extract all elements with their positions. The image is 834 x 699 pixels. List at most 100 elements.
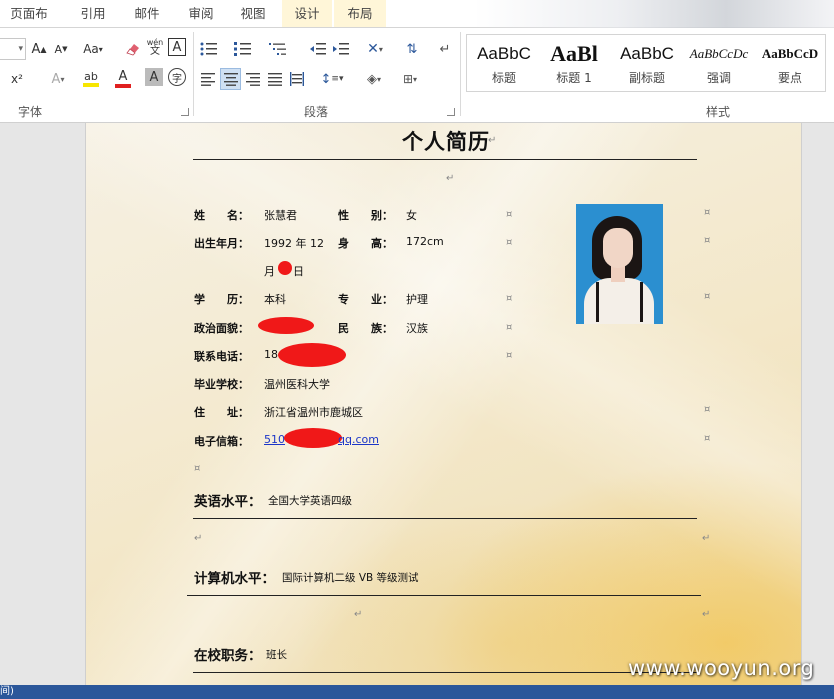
paragraph-mark: ↵ [354, 609, 363, 620]
distributed-icon[interactable] [287, 68, 307, 90]
clear-formatting-icon[interactable] [124, 38, 142, 60]
paragraph-mark: ↵ [488, 135, 497, 146]
increase-indent-icon[interactable] [331, 38, 351, 60]
cell-mark: ¤ [506, 350, 513, 361]
paragraph-mark: ↵ [702, 609, 711, 620]
gender-label: 性 别： [338, 209, 393, 222]
name-label: 姓 名： [194, 209, 249, 222]
numbering-icon[interactable] [232, 38, 254, 60]
school-label: 毕业学校： [194, 378, 249, 391]
decrease-indent-icon[interactable] [308, 38, 328, 60]
grow-font-button[interactable]: A ▲ [30, 38, 48, 60]
politics-label: 政治面貌： [194, 322, 249, 335]
paragraph-dialog-launcher[interactable] [447, 108, 455, 116]
ethnicity-value: 汉族 [406, 322, 428, 335]
tab-table-layout[interactable]: 布局 [334, 0, 386, 27]
profile-photo [576, 204, 663, 324]
tab-mailings[interactable]: 邮件 [124, 0, 170, 27]
campus-role-heading: 在校职务： [194, 648, 262, 664]
character-border-button[interactable]: A [168, 38, 186, 56]
site-watermark: www.wooyun.org [628, 656, 815, 680]
tab-table-design[interactable]: 设计 [282, 0, 332, 27]
sort-icon[interactable]: ⇅ [402, 38, 422, 60]
english-level-value: 全国大学英语四级 [268, 495, 352, 507]
align-right-icon[interactable] [243, 68, 263, 90]
font-dialog-launcher[interactable] [181, 108, 189, 116]
tab-review[interactable]: 审阅 [178, 0, 224, 27]
paragraph-group-label: 段落 [304, 105, 329, 119]
cell-mark: ¤ [506, 237, 513, 248]
style-strong[interactable]: AaBbCcD 要点 [755, 35, 825, 91]
redaction-mark [258, 317, 314, 334]
row-end-mark: ¤ [704, 235, 711, 246]
ribbon-tab-bar: 页面布局 引用 邮件 审阅 视图 设计 布局 [0, 0, 834, 48]
address-value: 浙江省温州市鹿城区 [264, 406, 363, 419]
align-center-icon[interactable] [220, 68, 241, 90]
major-label: 专 业： [338, 293, 393, 306]
birth-value: 1992 年 12 [264, 237, 324, 250]
change-case-button[interactable]: Aa ▾ [80, 38, 106, 60]
height-value: 172cm [406, 235, 444, 248]
tab-view[interactable]: 视图 [230, 0, 276, 27]
status-text: 间) [0, 686, 14, 697]
title-underline [193, 159, 697, 160]
cell-mark: ¤ [194, 463, 201, 474]
phone-value: 18 [264, 348, 278, 361]
styles-group-label: 样式 [706, 105, 731, 119]
styles-gallery: AaBbC 标题 AaBl 标题 1 AaBbC 副标题 AaBbCcDc 强调… [466, 34, 826, 92]
section-rule [193, 672, 697, 673]
shading-icon[interactable]: ◈ ▾ [360, 68, 388, 90]
education-label: 学 历： [194, 293, 249, 306]
justify-icon[interactable] [265, 68, 285, 90]
tab-references[interactable]: 引用 [70, 0, 116, 27]
row-end-mark: ¤ [704, 291, 711, 302]
phone-label: 联系电话： [194, 350, 249, 363]
shrink-font-button[interactable]: A ▼ [52, 38, 70, 60]
cell-mark: ¤ [506, 209, 513, 220]
bullets-icon[interactable] [198, 38, 220, 60]
email-link-suffix[interactable]: qq.com [338, 433, 379, 446]
document-page[interactable]: 个人简历 ↵ ↵ 姓 名： 张慧君 性 别： 女 ¤ 出生年月： 1992 年 … [85, 123, 802, 685]
show-hide-marks-icon[interactable]: ↵ [436, 38, 454, 60]
style-title[interactable]: AaBbC 标题 [469, 35, 539, 91]
redaction-mark [278, 343, 346, 367]
birth-day: 日 [293, 265, 304, 278]
multilevel-list-icon[interactable] [266, 38, 290, 60]
enclose-characters-button[interactable]: 字 [168, 68, 186, 86]
address-label: 住 址： [194, 406, 249, 419]
status-bar: 间) [0, 685, 834, 699]
phonetic-guide-button[interactable]: wén 文 [146, 36, 164, 58]
section-rule [187, 595, 701, 596]
ethnicity-label: 民 族： [338, 322, 393, 335]
birth-label: 出生年月： [194, 237, 249, 250]
campus-role-value: 班长 [266, 649, 287, 661]
school-value: 温州医科大学 [264, 378, 330, 391]
office-theme-decoration [474, 0, 834, 28]
email-link[interactable]: 510 [264, 433, 285, 446]
align-left-icon[interactable] [198, 68, 218, 90]
cell-mark: ¤ [506, 293, 513, 304]
name-value: 张慧君 [264, 209, 297, 222]
tab-page-layout[interactable]: 页面布局 [0, 0, 58, 48]
font-color-button[interactable]: A [110, 68, 136, 90]
style-subtitle[interactable]: AaBbC 副标题 [613, 35, 681, 91]
style-emphasis[interactable]: AaBbCcDc 强调 [685, 35, 753, 91]
paragraph-mark: ↵ [194, 533, 203, 544]
row-end-mark: ¤ [704, 404, 711, 415]
redaction-mark [278, 261, 292, 275]
asian-layout-icon[interactable]: ✕ ▾ [362, 38, 388, 60]
style-heading-1[interactable]: AaBl 标题 1 [541, 35, 607, 91]
computer-level-heading: 计算机水平： [194, 571, 275, 587]
redaction-mark [284, 428, 342, 448]
education-value: 本科 [264, 293, 286, 306]
superscript-button[interactable]: x² [6, 68, 28, 90]
line-spacing-icon[interactable]: ↕ ≡▾ [318, 68, 346, 90]
highlight-color-button[interactable]: ab [76, 68, 106, 90]
row-end-mark: ¤ [704, 207, 711, 218]
font-size-dropdown[interactable]: ▾ [0, 38, 26, 60]
borders-icon[interactable]: ⊞ ▾ [396, 68, 424, 90]
english-level-heading: 英语水平： [194, 494, 262, 510]
character-shading-button[interactable]: A [145, 68, 163, 86]
email-label: 电子信箱： [194, 435, 249, 448]
text-effects-button[interactable]: A ▾ [44, 68, 72, 90]
